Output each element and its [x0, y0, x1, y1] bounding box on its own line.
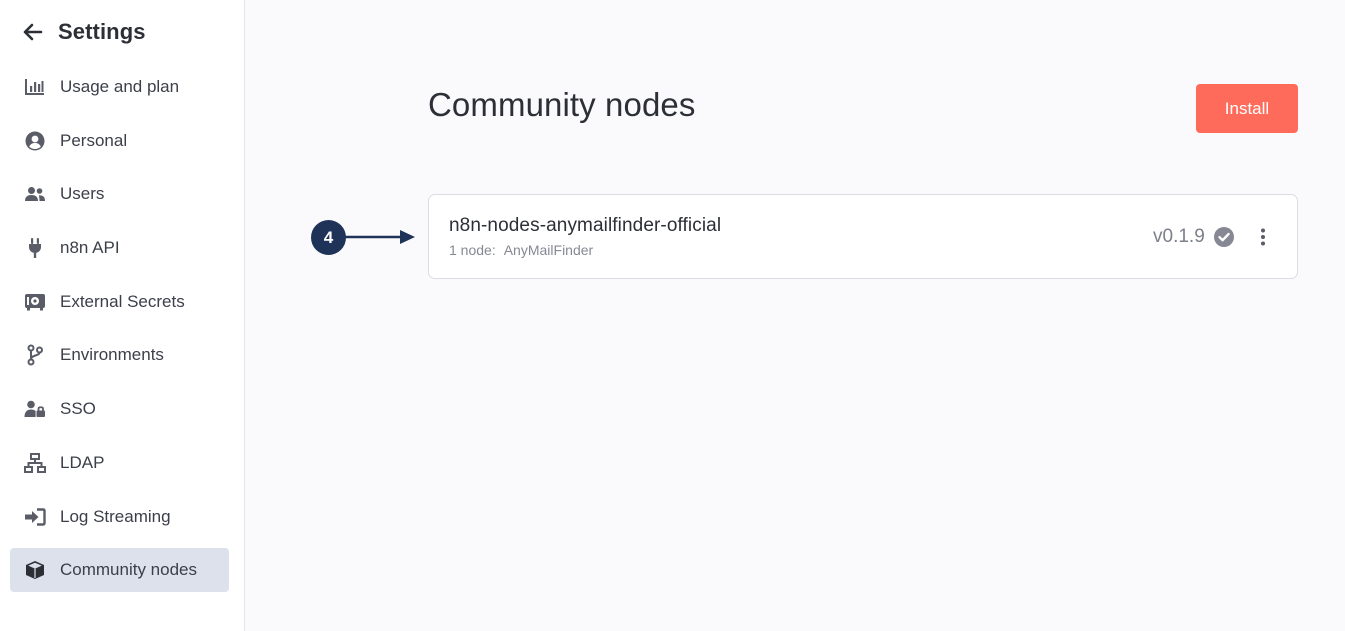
cube-icon [24, 559, 46, 581]
settings-nav: Usage and plan Personal Users n8n API Ex… [10, 65, 229, 602]
sidebar-item-log-streaming[interactable]: Log Streaming [10, 495, 229, 539]
bar-chart-icon [24, 76, 46, 98]
user-circle-icon [24, 130, 46, 152]
network-icon [24, 452, 46, 474]
main-content: Community nodes Install n8n-nodes-anymai… [245, 0, 1345, 631]
sidebar-item-sso[interactable]: SSO [10, 387, 229, 431]
sidebar-item-external-secrets[interactable]: External Secrets [10, 280, 229, 324]
check-circle-icon [1214, 227, 1234, 247]
arrow-left-icon[interactable] [22, 21, 44, 43]
sidebar-item-n8n-api[interactable]: n8n API [10, 226, 229, 270]
package-version: v0.1.9 [1153, 226, 1205, 247]
users-icon [24, 183, 46, 205]
sidebar-item-community-nodes[interactable]: Community nodes [10, 548, 229, 593]
sidebar-item-label: Environments [60, 345, 164, 365]
sidebar-item-environments[interactable]: Environments [10, 333, 229, 377]
sidebar-item-label: SSO [60, 399, 96, 419]
sign-in-icon [24, 506, 46, 528]
user-lock-icon [24, 398, 46, 420]
sidebar-item-label: Log Streaming [60, 506, 171, 526]
more-vertical-icon[interactable] [1255, 226, 1271, 248]
arrow-right-icon [344, 230, 415, 244]
sidebar-item-usage-and-plan[interactable]: Usage and plan [10, 65, 229, 109]
page-title: Community nodes [428, 86, 696, 123]
sidebar-header: Settings [22, 17, 146, 47]
sidebar-item-users[interactable]: Users [10, 172, 229, 216]
vault-icon [24, 291, 46, 313]
sidebar-item-label: Community nodes [60, 560, 198, 580]
sidebar-item-label: LDAP [60, 452, 105, 472]
git-branch-icon [24, 344, 46, 366]
sidebar-item-label: n8n API [60, 238, 120, 258]
sidebar-item-label: External Secrets [60, 291, 185, 311]
sidebar-item-personal[interactable]: Personal [10, 119, 229, 163]
community-node-card: n8n-nodes-anymailfinder-official 1 node:… [428, 194, 1298, 279]
sidebar-title: Settings [58, 19, 146, 44]
sidebar-item-ldap[interactable]: LDAP [10, 441, 229, 485]
package-nodes: 1 node: AnyMailFinder [449, 242, 593, 258]
step-badge: 4 [311, 220, 346, 255]
package-name: n8n-nodes-anymailfinder-official [449, 215, 722, 236]
node-count: 1 node: [449, 242, 496, 258]
sidebar: Settings Usage and plan Personal Users n… [0, 0, 245, 631]
node-names: AnyMailFinder [503, 242, 594, 258]
sidebar-item-label: Personal [60, 130, 128, 150]
install-button[interactable]: Install [1196, 84, 1298, 133]
sidebar-item-label: Usage and plan [60, 77, 180, 96]
plug-icon [24, 237, 46, 259]
sidebar-item-label: Users [60, 184, 105, 204]
